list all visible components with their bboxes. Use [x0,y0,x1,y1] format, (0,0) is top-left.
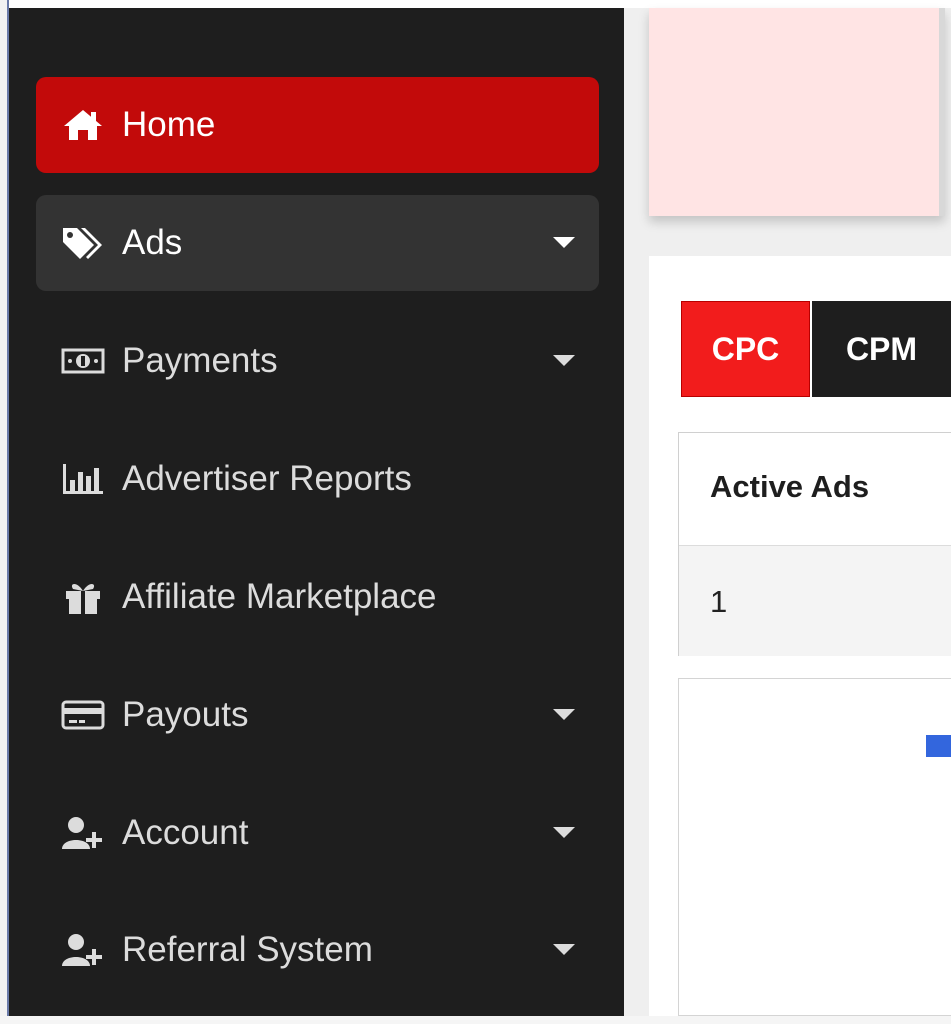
sidebar-item-label: Advertiser Reports [122,459,412,498]
sidebar-item-home[interactable]: Home [36,77,599,173]
table-header: Active Ads [679,433,951,546]
banner-scroll-edge [939,8,945,216]
sidebar-item-advertiser-reports[interactable]: Advertiser Reports [36,431,599,527]
column-header-active-ads: Active Ads [710,469,870,504]
sidebar-item-ads[interactable]: Ads [36,195,599,291]
chart-card [678,678,951,1016]
chevron-down-icon [553,237,575,248]
sidebar-item-label: Ads [122,223,183,262]
sidebar-item-payouts[interactable]: Payouts [36,667,599,763]
window-frame-bottom [0,1016,951,1024]
legend-swatch [926,735,951,757]
chevron-down-icon [553,355,575,366]
sidebar-item-payments[interactable]: Payments [36,313,599,409]
home-icon [61,107,105,143]
credit-card-icon [61,697,105,733]
sidebar-item-referral-system[interactable]: Referral System [36,902,599,998]
chevron-down-icon [553,709,575,720]
sidebar-item-label: Account [122,813,249,852]
sidebar-item-label: Home [122,105,216,144]
sidebar-item-label: Affiliate Marketplace [122,577,437,616]
tab-cpm[interactable]: CPM [812,301,951,397]
active-ads-value: 1 [710,584,728,619]
tags-icon [61,225,105,261]
sidebar-item-label: Referral System [122,930,373,969]
tab-cpc[interactable]: CPC [681,301,810,397]
user-plus-icon [61,815,105,851]
chevron-down-icon [553,827,575,838]
gift-icon [61,579,105,615]
sidebar-item-affiliate-marketplace[interactable]: Affiliate Marketplace [36,549,599,645]
notice-banner [649,8,945,216]
table-row: 1 [679,546,951,656]
bar-chart-icon [61,461,105,497]
sidebar: Home Ads Payments Advertiser Reports Aff… [9,8,624,1016]
sidebar-item-account[interactable]: Account [36,785,599,881]
money-bill-icon [61,343,105,379]
user-plus-icon [61,932,105,968]
sidebar-item-label: Payouts [122,695,249,734]
sidebar-item-label: Payments [122,341,278,380]
chevron-down-icon [553,944,575,955]
stats-table: Active Ads 1 [678,432,951,656]
